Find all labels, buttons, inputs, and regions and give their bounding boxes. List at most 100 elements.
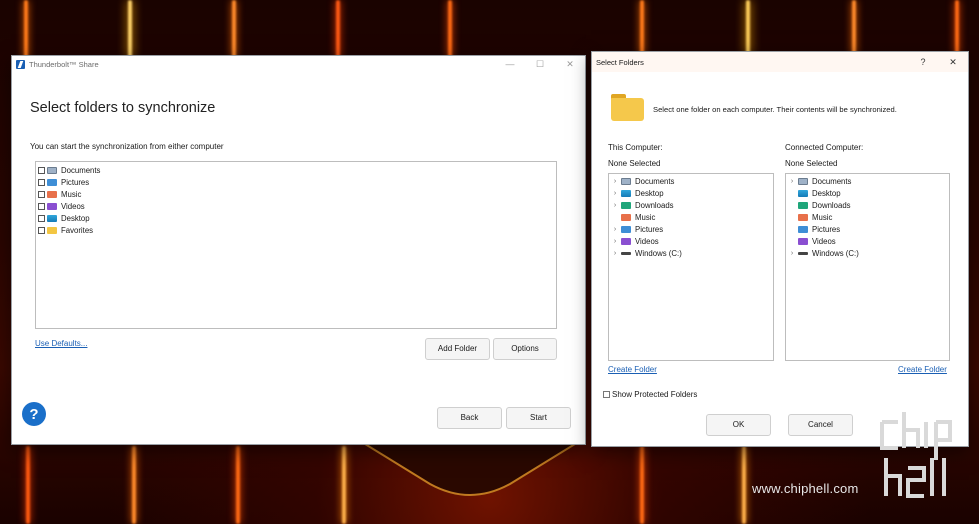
connected-computer-selection: None Selected xyxy=(785,159,838,168)
tree-item[interactable]: › Pictures xyxy=(609,223,773,235)
chevron-right-icon[interactable]: › xyxy=(609,238,621,245)
checkbox[interactable] xyxy=(38,226,45,234)
background-light-stripe xyxy=(342,446,346,524)
show-protected-folders-checkbox[interactable]: Show Protected Folders xyxy=(603,390,697,399)
background-light-stripe xyxy=(640,446,644,524)
tree-item[interactable]: › Windows (C:) xyxy=(786,247,949,259)
videos-icon xyxy=(47,202,57,210)
chevron-right-icon[interactable]: › xyxy=(609,190,621,197)
dialog-titlebar: Select Folders ? ✕ xyxy=(592,52,968,72)
tree-item[interactable]: › Downloads xyxy=(609,199,773,211)
dialog-title: Select Folders xyxy=(596,57,644,67)
background-light-stripe xyxy=(128,0,132,58)
downloads-icon xyxy=(798,201,808,209)
tree-item[interactable]: Videos xyxy=(786,235,949,247)
folder-list: Documents Pictures Music Videos Desktop … xyxy=(35,161,557,329)
connected-computer-tree: › Documents Desktop Downloads Music Pictu… xyxy=(785,173,950,361)
tree-item[interactable]: Pictures xyxy=(786,223,949,235)
folder-item[interactable]: Videos xyxy=(36,200,556,212)
drive-icon xyxy=(621,252,631,255)
background-light-stripe xyxy=(24,0,28,60)
background-light-stripe xyxy=(640,0,644,55)
checkbox[interactable] xyxy=(38,190,45,198)
folder-item[interactable]: Favorites xyxy=(36,224,556,236)
chevron-right-icon[interactable]: › xyxy=(786,250,798,257)
tree-item[interactable]: › Windows (C:) xyxy=(609,247,773,259)
checkbox[interactable] xyxy=(38,166,45,174)
watermark-site: www.chiphell.com xyxy=(752,481,859,496)
desktop-icon xyxy=(621,189,631,197)
background-light-stripe xyxy=(742,446,746,524)
add-folder-button[interactable]: Add Folder xyxy=(425,338,490,360)
desktop-icon xyxy=(47,214,57,222)
ok-button[interactable]: OK xyxy=(706,414,771,436)
tree-item[interactable]: › Documents xyxy=(786,175,949,187)
options-button[interactable]: Options xyxy=(493,338,557,360)
create-folder-link-right[interactable]: Create Folder xyxy=(898,365,947,374)
checkbox[interactable] xyxy=(38,214,45,222)
background-light-stripe xyxy=(852,0,856,55)
help-icon[interactable]: ? xyxy=(22,402,46,426)
music-icon xyxy=(621,213,631,221)
create-folder-link-left[interactable]: Create Folder xyxy=(608,365,657,374)
music-icon xyxy=(47,190,57,198)
dialog-close-button[interactable]: ✕ xyxy=(938,57,968,68)
use-defaults-link[interactable]: Use Defaults... xyxy=(35,339,87,348)
videos-icon xyxy=(798,237,808,245)
connected-computer-label: Connected Computer: xyxy=(785,143,864,152)
checkbox[interactable] xyxy=(38,202,45,210)
favorites-icon xyxy=(47,226,57,234)
background-light-stripe xyxy=(26,446,30,524)
minimize-button[interactable]: — xyxy=(495,59,525,70)
tree-item[interactable]: › Desktop xyxy=(609,187,773,199)
tree-item[interactable]: Music xyxy=(786,211,949,223)
close-button[interactable]: ✕ xyxy=(555,59,585,70)
chiphell-logo xyxy=(880,412,952,498)
background-shield-shape xyxy=(363,444,577,496)
start-button[interactable]: Start xyxy=(506,407,571,429)
chevron-right-icon[interactable]: › xyxy=(609,202,621,209)
background-light-stripe xyxy=(448,0,452,58)
pictures-icon xyxy=(798,225,808,233)
background-light-stripe xyxy=(232,0,236,58)
folder-item[interactable]: Pictures xyxy=(36,176,556,188)
folder-item[interactable]: Desktop xyxy=(36,212,556,224)
thunderbolt-icon xyxy=(16,60,25,69)
this-computer-label: This Computer: xyxy=(608,143,663,152)
background-light-stripe xyxy=(336,0,340,58)
background-light-stripe xyxy=(236,446,240,524)
folder-icon xyxy=(611,94,644,121)
background-light-stripe xyxy=(955,0,959,55)
chevron-right-icon[interactable]: › xyxy=(609,226,621,233)
tree-item[interactable]: › Documents xyxy=(609,175,773,187)
chevron-right-icon[interactable]: › xyxy=(609,178,621,185)
pictures-icon xyxy=(47,178,57,186)
chevron-right-icon[interactable]: › xyxy=(609,250,621,257)
this-computer-selection: None Selected xyxy=(608,159,661,168)
chevron-right-icon[interactable]: › xyxy=(786,178,798,185)
checkbox[interactable] xyxy=(603,391,610,398)
folder-item[interactable]: Documents xyxy=(36,164,556,176)
tree-item[interactable]: Downloads xyxy=(786,199,949,211)
select-folders-dialog: Select Folders ? ✕ Select one folder on … xyxy=(591,51,969,447)
tree-item[interactable]: Desktop xyxy=(786,187,949,199)
cancel-button[interactable]: Cancel xyxy=(788,414,853,436)
documents-icon xyxy=(621,177,631,185)
checkbox[interactable] xyxy=(38,178,45,186)
pictures-icon xyxy=(621,225,631,233)
dialog-instruction: Select one folder on each computer. Thei… xyxy=(653,105,897,114)
documents-icon xyxy=(47,166,57,174)
background-light-stripe xyxy=(746,0,750,55)
maximize-button[interactable]: ☐ xyxy=(525,59,555,70)
downloads-icon xyxy=(621,201,631,209)
this-computer-tree: › Documents › Desktop › Downloads Music › Pi… xyxy=(608,173,774,361)
dialog-help-button[interactable]: ? xyxy=(908,57,938,68)
back-button[interactable]: Back xyxy=(437,407,502,429)
videos-icon xyxy=(621,237,631,245)
tree-item[interactable]: › Videos xyxy=(609,235,773,247)
tree-item[interactable]: Music xyxy=(609,211,773,223)
page-title: Select folders to synchronize xyxy=(30,100,216,116)
folder-item[interactable]: Music xyxy=(36,188,556,200)
desktop-icon xyxy=(798,189,808,197)
main-titlebar: Thunderbolt™ Share — ☐ ✕ xyxy=(12,56,585,73)
